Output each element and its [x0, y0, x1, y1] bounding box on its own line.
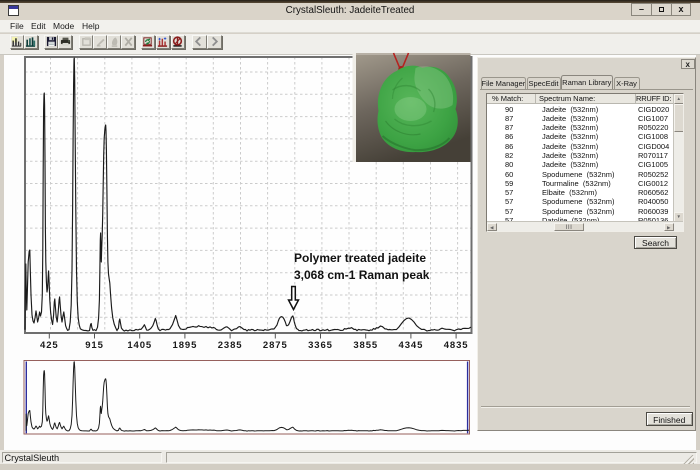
svg-text:Polymer treated jadeite: Polymer treated jadeite [294, 251, 426, 265]
svg-text:3855: 3855 [353, 340, 378, 351]
svg-text:915: 915 [85, 340, 104, 351]
svg-text:2875: 2875 [263, 340, 288, 351]
svg-text:4345: 4345 [399, 340, 424, 351]
svg-text:1405: 1405 [127, 340, 152, 351]
svg-text:3365: 3365 [308, 340, 333, 351]
svg-text:1895: 1895 [173, 340, 198, 351]
svg-text:425: 425 [40, 340, 59, 351]
svg-text:2385: 2385 [218, 340, 243, 351]
svg-text:3,068 cm-1 Raman peak: 3,068 cm-1 Raman peak [294, 268, 430, 282]
svg-text:4835: 4835 [444, 340, 469, 351]
